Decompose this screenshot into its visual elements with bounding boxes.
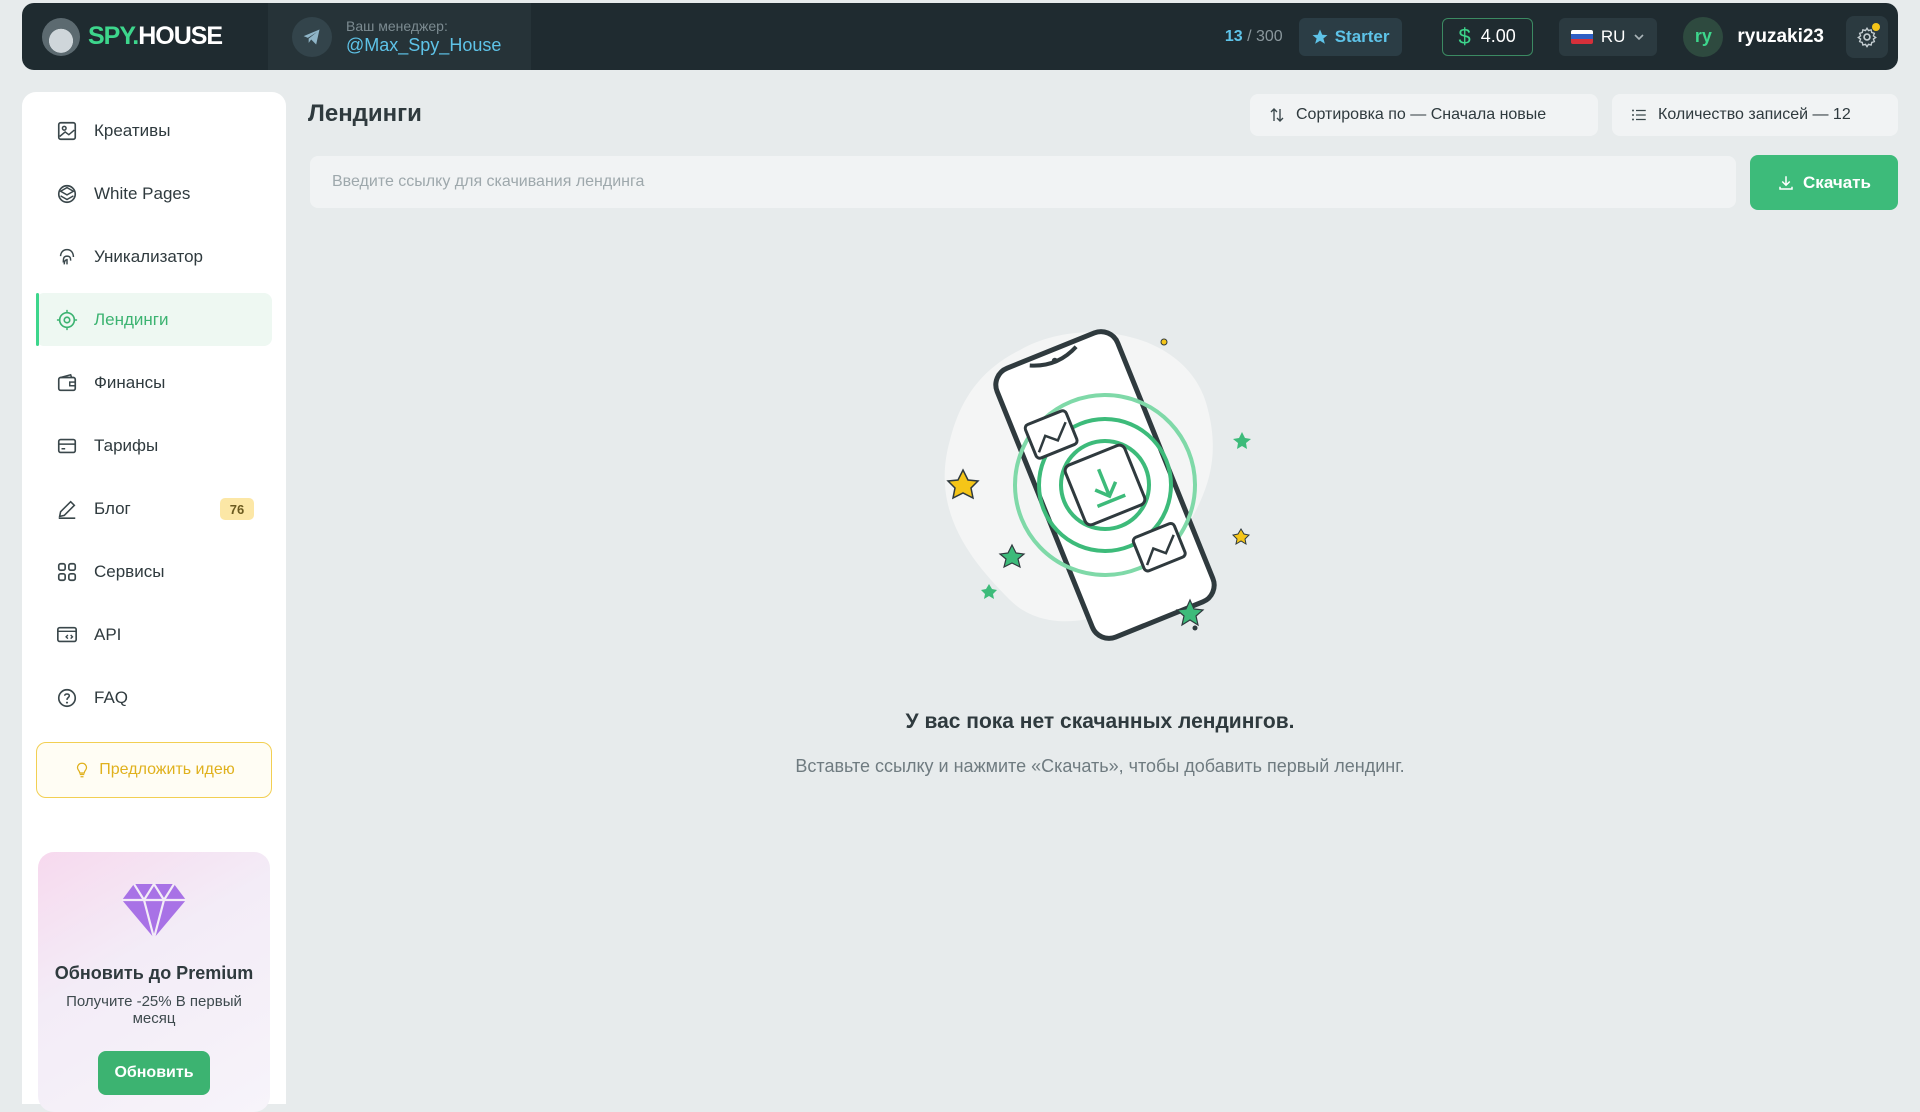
empty-state-title: У вас пока нет скачанных лендингов.: [905, 710, 1295, 733]
list-icon: [1632, 109, 1646, 121]
sidebar-item-label: FAQ: [94, 687, 129, 707]
sidebar-item-label: Сервисы: [94, 561, 165, 581]
wallet-icon: [57, 373, 77, 391]
top-header: SPY.HOUSE Ваш менеджер: @Max_Spy_House 1…: [22, 3, 1898, 70]
plan-label: Starter: [1334, 26, 1390, 46]
settings-button[interactable]: [1846, 15, 1888, 58]
empty-state-subtitle: Вставьте ссылку и нажмите «Скачать», что…: [795, 756, 1405, 776]
premium-promo-card: Обновить до Premium Получите -25% В перв…: [38, 852, 270, 1112]
grid-icon: [57, 562, 77, 581]
sidebar-item-label: Блог: [94, 498, 131, 518]
username[interactable]: ryuzaki23: [1737, 26, 1824, 48]
download-button[interactable]: Скачать: [1750, 155, 1898, 210]
sort-icon: [1270, 108, 1284, 122]
question-icon: [57, 688, 77, 707]
sidebar-item-api[interactable]: API: [36, 608, 272, 661]
blog-count-badge: 76: [220, 498, 254, 520]
balance-value: 4.00: [1480, 26, 1516, 46]
logo[interactable]: SPY.HOUSE: [42, 17, 242, 56]
suggest-idea-button[interactable]: Предложить идею: [36, 742, 272, 798]
chevron-down-icon: [1634, 33, 1644, 40]
sidebar-item-blog[interactable]: Блог 76: [36, 482, 272, 535]
request-counter: 13 / 300: [1225, 28, 1283, 46]
sidebar-item-landings[interactable]: Лендинги: [36, 293, 272, 346]
image-frame-icon: [57, 121, 77, 140]
plan-badge[interactable]: Starter: [1298, 17, 1402, 56]
balance-button[interactable]: $ 4.00: [1441, 17, 1533, 56]
card-icon: [57, 438, 77, 453]
sidebar-item-label: Тарифы: [94, 435, 159, 455]
promo-title: Обновить до Premium: [54, 963, 254, 983]
download-icon: [1779, 175, 1793, 190]
manager-name[interactable]: @Max_Spy_House: [346, 34, 501, 56]
notification-dot: [1872, 22, 1880, 31]
sidebar-item-creatives[interactable]: Креативы: [36, 104, 272, 157]
spy-mascot-icon: [42, 17, 80, 56]
sidebar-item-services[interactable]: Сервисы: [36, 545, 272, 598]
star-icon: [1312, 29, 1328, 44]
download-label: Скачать: [1803, 172, 1871, 192]
counter-total: / 300: [1247, 27, 1283, 45]
manager-contact[interactable]: Ваш менеджер: @Max_Spy_House: [268, 3, 532, 70]
sidebar-nav: Креативы White Pages Уникализатор Лендин…: [22, 92, 286, 724]
flag-ru-icon: [1570, 29, 1593, 44]
sidebar-item-white-pages[interactable]: White Pages: [36, 167, 272, 220]
api-icon: [57, 626, 77, 642]
sidebar-item-label: White Pages: [94, 183, 191, 203]
diamond-icon: [122, 881, 186, 943]
records-count-label: Количество записей — 12: [1658, 106, 1851, 123]
target-icon: [56, 309, 78, 330]
fingerprint-icon: [59, 248, 75, 264]
records-count-dropdown[interactable]: Количество записей — 12: [1612, 94, 1898, 136]
sidebar-item-label: Лендинги: [94, 309, 169, 329]
pencil-icon: [58, 500, 76, 519]
suggest-idea-label: Предложить идею: [99, 761, 235, 778]
sort-label: Сортировка по — Сначала новые: [1296, 106, 1547, 123]
language-label: RU: [1600, 26, 1626, 46]
lightbulb-icon: [77, 762, 88, 778]
upgrade-button[interactable]: Обновить: [98, 1051, 210, 1095]
promo-subtitle: Получите -25% В первый месяц: [66, 993, 242, 1027]
language-selector[interactable]: RU: [1558, 17, 1658, 56]
sidebar-item-uniqualizer[interactable]: Уникализатор: [36, 230, 272, 283]
dollar-icon: $: [1458, 23, 1471, 49]
sidebar-item-label: Финансы: [94, 372, 166, 392]
empty-state-phone-illustration: [944, 329, 1251, 641]
sidebar-item-label: Креативы: [94, 120, 171, 140]
sidebar-item-tariffs[interactable]: Тарифы: [36, 419, 272, 472]
counter-used: 13: [1224, 27, 1243, 45]
manager-label: Ваш менеджер:: [346, 17, 448, 34]
sidebar-item-finance[interactable]: Финансы: [36, 356, 272, 409]
page-title: Лендинги: [308, 100, 422, 127]
sort-dropdown[interactable]: Сортировка по — Сначала новые: [1250, 94, 1598, 136]
landing-url-input[interactable]: [310, 156, 1736, 208]
sidebar-item-faq[interactable]: FAQ: [36, 671, 272, 724]
sidebar-item-label: API: [94, 624, 122, 644]
avatar[interactable]: ry: [1683, 16, 1724, 57]
sidebar: Креативы White Pages Уникализатор Лендин…: [22, 92, 286, 1112]
layers-icon: [57, 184, 77, 203]
telegram-icon[interactable]: [292, 16, 332, 57]
logo-text: SPY.HOUSE: [88, 22, 223, 50]
sidebar-item-label: Уникализатор: [94, 246, 203, 266]
